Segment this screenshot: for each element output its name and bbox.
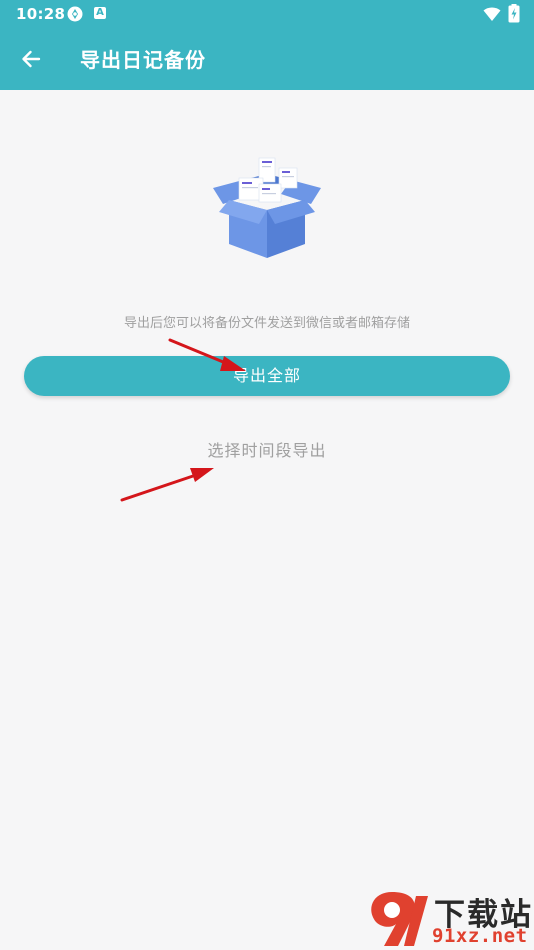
battery-charging-icon [508, 4, 520, 23]
back-arrow-icon [22, 50, 41, 68]
export-all-button[interactable]: 导出全部 [24, 356, 510, 396]
status-time: 10:28 [16, 5, 66, 23]
app-bar: 导出日记备份 [0, 28, 534, 90]
annotation-arrow-select-period [120, 468, 214, 502]
backup-box-illustration [213, 157, 321, 258]
annotation-arrows [120, 338, 246, 502]
select-period-export-button[interactable]: 选择时间段导出 [0, 437, 534, 461]
wifi-icon [483, 7, 501, 21]
status-bar: 10:28 A [0, 0, 534, 28]
page-title: 导出日记备份 [80, 48, 206, 72]
sync-icon [67, 6, 83, 22]
back-button[interactable] [12, 40, 50, 78]
a-notification-icon: A [94, 7, 106, 19]
watermark-url: 91xz.net [432, 925, 528, 947]
hint-text: 导出后您可以将备份文件发送到微信或者邮箱存储 [123, 316, 410, 331]
